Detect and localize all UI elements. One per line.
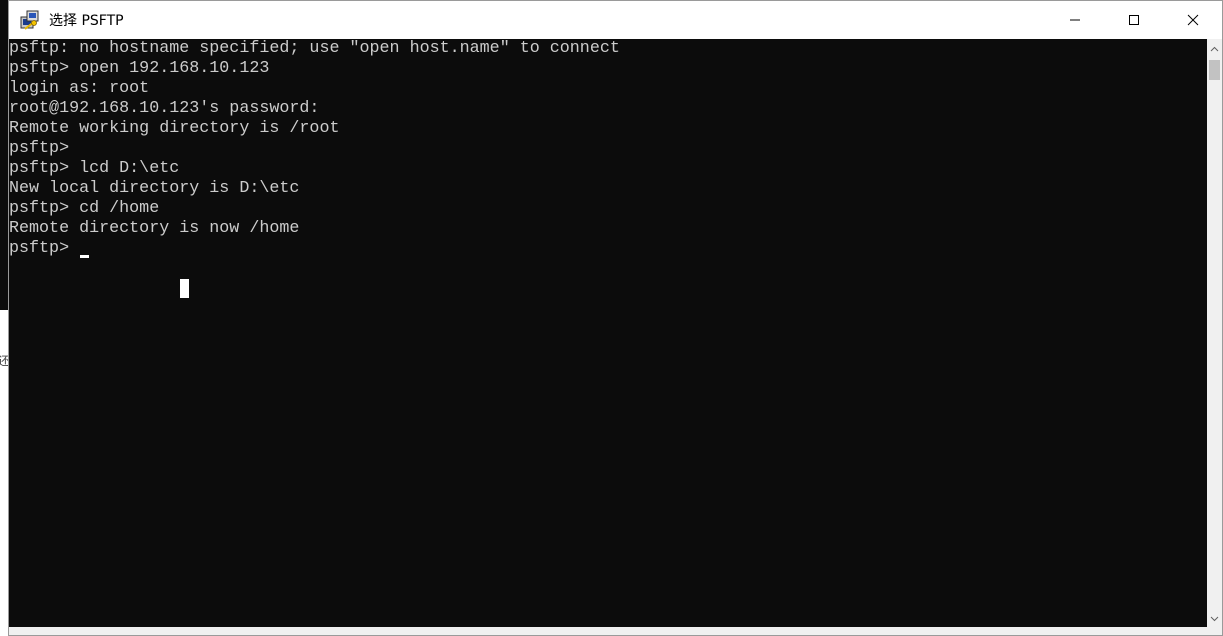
scrollbar-thumb[interactable] xyxy=(1209,60,1220,80)
console-line: root@192.168.10.123's password: xyxy=(9,99,320,118)
console-line: psftp> lcd D:\etc xyxy=(9,159,180,178)
scroll-down-button[interactable] xyxy=(1207,609,1222,629)
console-prompt-line[interactable]: psftp> xyxy=(9,239,79,259)
putty-icon xyxy=(20,10,39,30)
vertical-scrollbar[interactable] xyxy=(1207,39,1222,629)
window-title: 选择 PSFTP xyxy=(49,13,124,29)
close-icon xyxy=(1187,14,1198,26)
minimize-icon xyxy=(1069,19,1080,21)
console-line: psftp> cd /home xyxy=(9,199,160,218)
console-line: Remote directory is now /home xyxy=(9,219,300,238)
text-cursor xyxy=(80,255,89,258)
terminal-output[interactable]: psftp: no hostname specified; use "open … xyxy=(9,39,1208,629)
window-bottom-border xyxy=(9,627,1222,635)
console-line: psftp> open 192.168.10.123 xyxy=(9,59,270,78)
scroll-up-button[interactable] xyxy=(1207,39,1222,59)
psftp-console-window: 选择 PSFTP psftp: no hostname specified; u… xyxy=(8,0,1223,636)
close-button[interactable] xyxy=(1163,1,1222,39)
maximize-button[interactable] xyxy=(1104,1,1163,39)
console-line: New local directory is D:\etc xyxy=(9,179,300,198)
console-line: psftp> xyxy=(9,139,70,158)
ime-cursor-block xyxy=(180,279,189,298)
console-line: Remote working directory is /root xyxy=(9,119,340,138)
title-bar[interactable]: 选择 PSFTP xyxy=(9,1,1222,39)
chevron-up-icon xyxy=(1210,46,1219,52)
maximize-icon xyxy=(1128,15,1139,25)
chevron-down-icon xyxy=(1210,616,1219,622)
console-line: psftp: no hostname specified; use "open … xyxy=(9,39,620,58)
minimize-button[interactable] xyxy=(1045,1,1104,39)
window-controls xyxy=(1045,1,1222,39)
console-line: login as: root xyxy=(9,79,150,98)
